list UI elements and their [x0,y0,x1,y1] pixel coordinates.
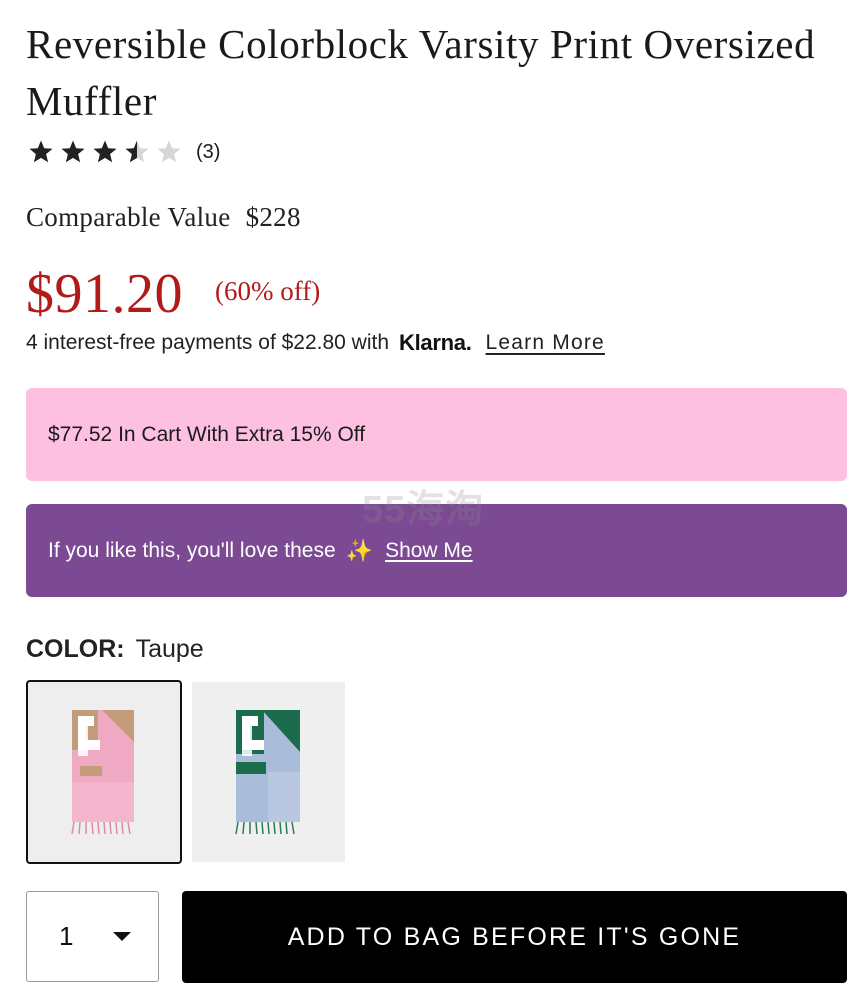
star-full-icon [60,139,86,165]
recommendation-text: If you like this, you'll love these [48,538,336,562]
cart-offer-banner: $77.52 In Cart With Extra 15% Off [26,388,847,481]
star-full-icon [92,139,118,165]
quantity-value: 1 [59,921,74,951]
color-label: COLOR: [26,635,125,663]
star-half-icon [124,139,150,165]
add-to-bag-button[interactable]: ADD TO BAG BEFORE IT'S GONE [182,891,847,983]
comparable-value: Comparable Value $228 [26,202,301,233]
show-me-link[interactable]: Show Me [385,539,473,563]
color-swatch-taupe[interactable] [26,680,182,864]
klarna-installments: 4 interest-free payments of $22.80 with … [26,330,605,356]
comparable-label: Comparable Value [26,202,231,232]
selected-color: Taupe [135,635,204,663]
sparkles-icon: ✨ [345,537,374,563]
scarf-green-image [235,710,300,835]
discount-percent: (60% off) [215,276,321,306]
color-swatch-green[interactable] [192,682,345,862]
recommendation-banner[interactable]: If you like this, you'll love these ✨ Sh… [26,504,847,597]
sale-price: $91.20 [26,263,183,325]
color-selector-label: COLOR: Taupe [26,635,204,664]
star-rating [28,139,182,165]
product-title: Reversible Colorblock Varsity Print Over… [26,21,816,124]
star-empty-icon [156,139,182,165]
rating[interactable]: (3) [28,136,220,168]
klarna-text: 4 interest-free payments of $22.80 with [26,331,390,354]
quantity-select[interactable]: 1 [26,891,159,982]
price-row: $91.20 (60% off) [26,262,320,326]
klarna-logo: Klarna. [399,330,472,355]
chevron-down-icon [113,932,131,941]
cart-offer-text: $77.52 In Cart With Extra 15% Off [48,422,366,446]
comparable-price: $228 [245,202,301,232]
scarf-taupe-image [71,710,134,835]
star-full-icon [28,139,54,165]
review-count[interactable]: (3) [196,141,220,164]
learn-more-link[interactable]: Learn More [486,331,605,355]
